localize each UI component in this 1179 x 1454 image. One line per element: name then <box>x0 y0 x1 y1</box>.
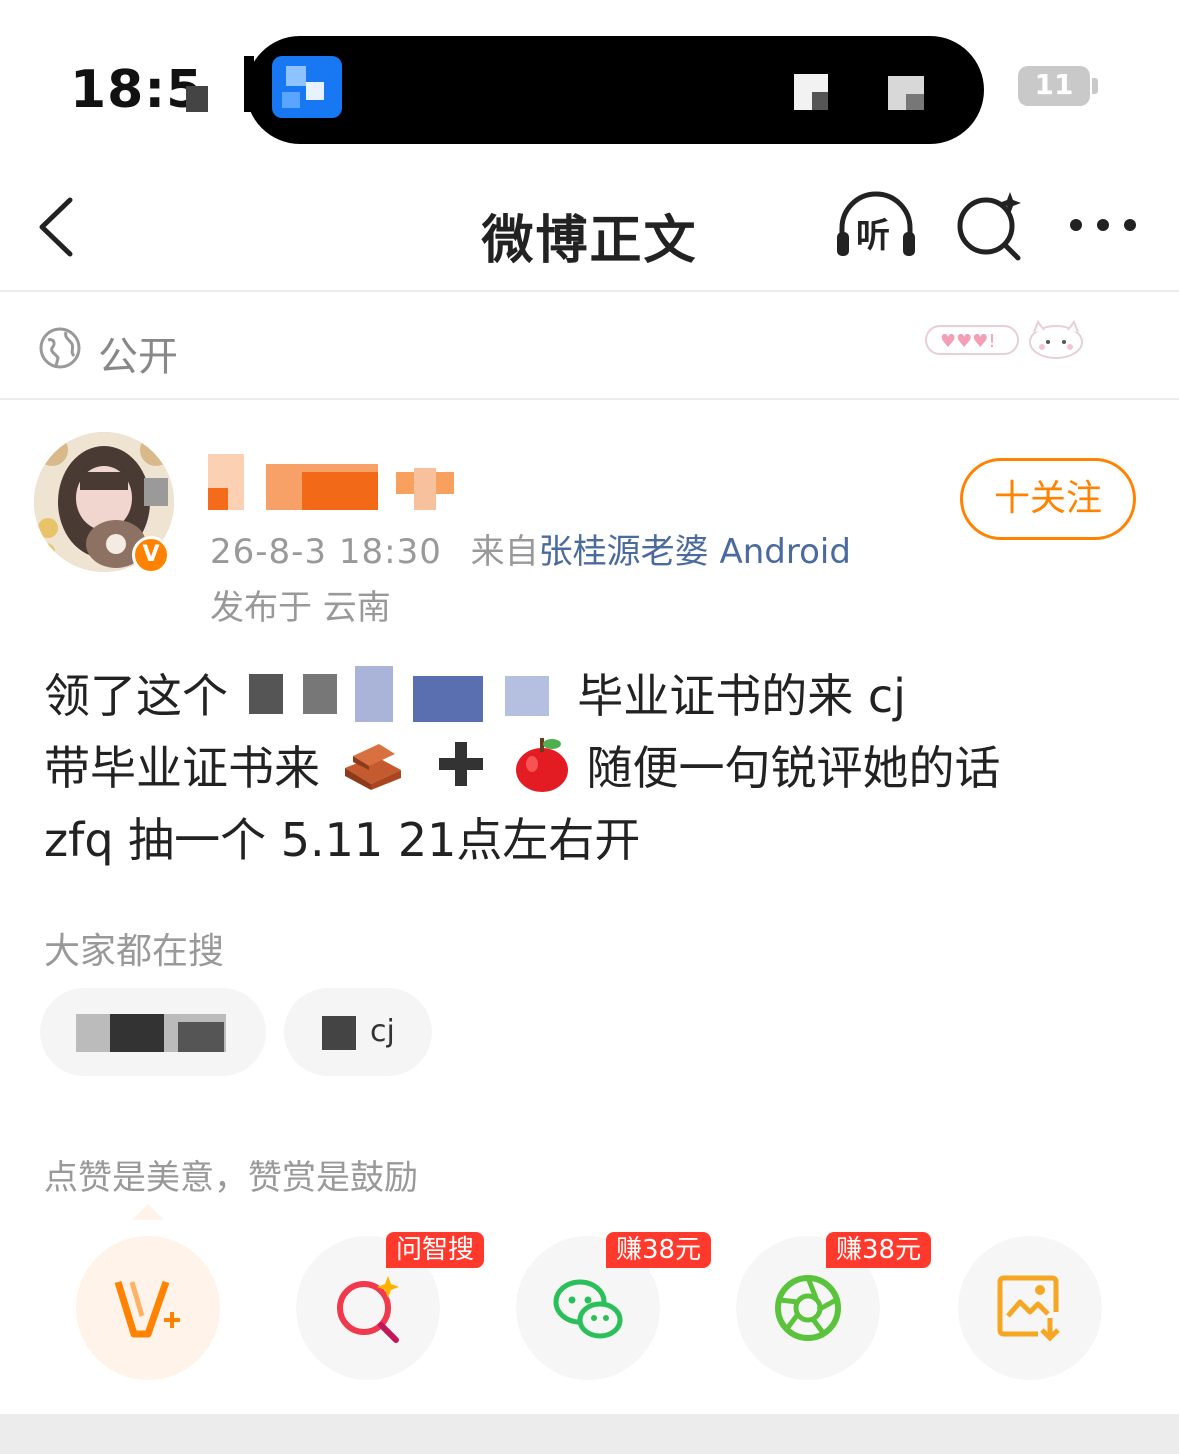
trending-label: 大家都在搜 <box>44 931 225 972</box>
redacted-chip-text <box>110 1014 164 1052</box>
apple-emoji-icon <box>515 738 568 792</box>
wifi-icon-part <box>906 94 924 110</box>
ai-search-icon[interactable] <box>954 190 1026 262</box>
post-text-line-1: 领了这个 毕业证书的来 cj <box>44 660 906 726</box>
redacted-chip-text <box>178 1022 224 1052</box>
svg-text:♥♥♥!: ♥♥♥! <box>940 331 996 352</box>
visibility-label: 公开 <box>98 334 178 380</box>
plus-emoji-icon <box>439 742 484 786</box>
source-prefix: 来自 <box>470 532 539 572</box>
post-text-segment: 毕业证书的来 cj <box>577 669 906 723</box>
verified-badge: V <box>132 536 170 574</box>
ai-search-icon <box>337 1276 399 1343</box>
battery-cap <box>1092 78 1098 94</box>
nav-bar: 微博正文 听 <box>0 160 1179 292</box>
save-image-button[interactable] <box>958 1236 1102 1380</box>
more-icon[interactable] <box>1068 214 1138 236</box>
post-meta: 26-8-3 18:30 来自张桂源老婆 Android <box>210 524 851 573</box>
status-time-redacted <box>186 86 208 112</box>
moments-badge: 赚38元 <box>826 1232 932 1268</box>
vplus-button[interactable] <box>76 1236 220 1380</box>
post-text-line-2: 带毕业证书来 随便一句锐评她的话 <box>44 732 1001 798</box>
post-location: 发布于 云南 <box>210 588 391 628</box>
chip-2-suffix: cj <box>370 1014 395 1049</box>
redacted-chip-text <box>322 1016 356 1050</box>
post-text-line-3: zfq 抽一个 5.11 21点左右开 <box>44 813 641 867</box>
trending-chip-1[interactable] <box>40 988 266 1076</box>
dynamic-island <box>246 36 984 144</box>
wechat-icon <box>553 1279 623 1339</box>
post-time: 26-8-3 18:30 <box>210 532 442 572</box>
island-app-icon <box>272 56 342 118</box>
trending-chip-2[interactable]: cj <box>284 988 432 1076</box>
follow-button[interactable]: 十关注 <box>960 458 1136 540</box>
brick-emoji-icon <box>344 744 401 790</box>
cat-sticker-icon: ♥♥♥! <box>925 320 1083 359</box>
post-text-segment: 随便一句锐评她的话 <box>586 741 1001 795</box>
vplus-icon <box>114 1280 180 1338</box>
author-name[interactable] <box>208 454 458 510</box>
redacted-name-block <box>208 488 228 510</box>
signal-icon-part <box>812 92 828 110</box>
battery-icon: 11 <box>1018 66 1090 106</box>
redacted-text <box>243 666 563 722</box>
redacted-name-block <box>414 468 436 510</box>
moments-icon <box>775 1275 841 1341</box>
tip-arrow <box>132 1204 164 1220</box>
reward-tip: 点赞是美意，赞赏是鼓励 <box>44 1158 418 1198</box>
redacted-name-block <box>302 472 378 510</box>
post-text-segment: 带毕业证书来 <box>44 741 320 795</box>
visibility-row: 公开 ♥♥♥! <box>0 294 1179 400</box>
wechat-badge: 赚38元 <box>606 1232 712 1268</box>
post-text-segment: 领了这个 <box>44 669 228 723</box>
save-image-icon <box>997 1275 1060 1342</box>
ai-search-badge: 问智搜 <box>386 1232 485 1268</box>
status-bar: 18:5 11 <box>0 0 1179 160</box>
listen-label: 听 <box>856 216 890 256</box>
status-time: 18:5 <box>70 60 204 120</box>
post-source[interactable]: 张桂源老婆 Android <box>539 532 851 572</box>
bottom-divider <box>0 1414 1179 1454</box>
globe-icon <box>39 327 81 369</box>
